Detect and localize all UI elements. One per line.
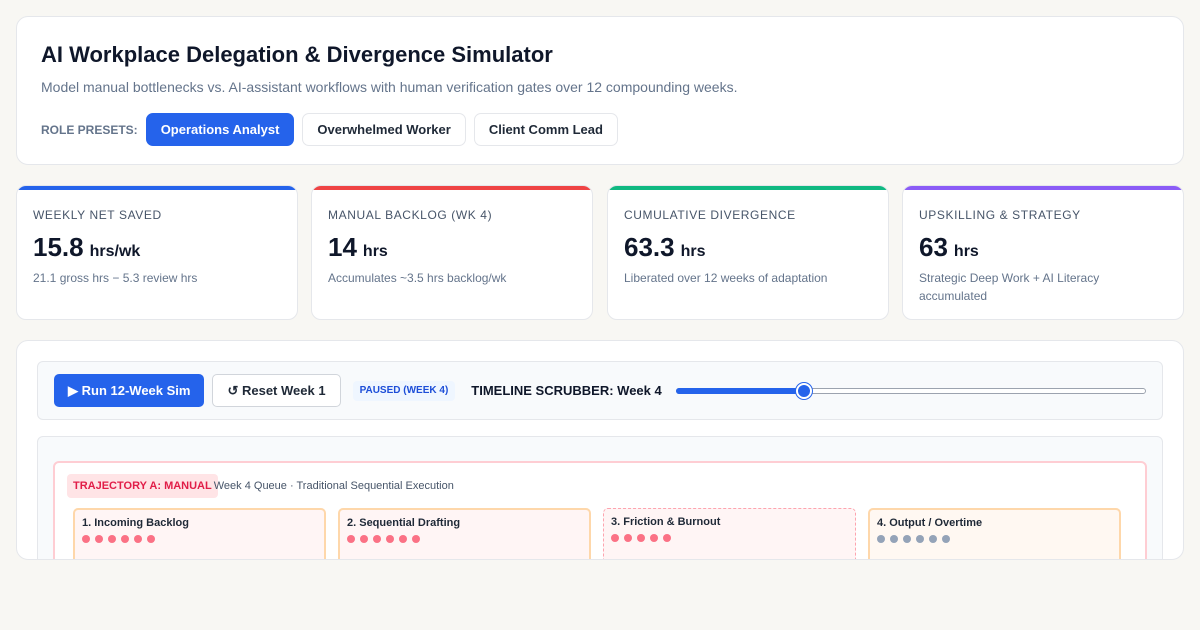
stage-title: 3. Friction & Burnout <box>611 516 721 528</box>
kpi-number: 63.3 <box>624 232 675 262</box>
trajectory-visualization: TRAJECTORY A: MANUAL Week 4 Queue · Trad… <box>37 436 1163 559</box>
task-dot <box>108 535 116 543</box>
header-card: AI Workplace Delegation & Divergence Sim… <box>16 16 1184 165</box>
kpi-value: 15.8 hrs/wk <box>33 232 281 262</box>
task-dot <box>360 535 368 543</box>
kpi-number: 15.8 <box>33 232 84 262</box>
slider-thumb[interactable] <box>796 382 812 399</box>
trajectory-subtitle: Week 4 Queue · Traditional Sequential Ex… <box>213 480 454 492</box>
kpi-upskilling-strategy: UPSKILLING & STRATEGY 63 hrs Strategic D… <box>902 185 1184 320</box>
stage-title: 4. Output / Overtime <box>877 517 983 529</box>
status-badge: PAUSED (WEEK 4) <box>352 380 456 401</box>
task-dot <box>637 534 645 542</box>
run-simulation-button[interactable]: ▶ Run 12-Week Sim <box>54 374 205 407</box>
task-dots <box>82 535 317 543</box>
task-dot <box>903 535 911 543</box>
kpi-value: 14 hrs <box>328 232 576 262</box>
kpi-description: Strategic Deep Work + AI Literacy accumu… <box>919 271 1100 303</box>
task-dots <box>877 535 1112 543</box>
task-dot <box>624 534 632 542</box>
kpi-unit: hrs <box>680 243 706 260</box>
preset-client-comm-lead-button[interactable]: Client Comm Lead <box>473 113 618 146</box>
task-dot <box>399 535 407 543</box>
task-dot <box>663 534 671 542</box>
stage-output-overtime: 4. Output / Overtime <box>868 508 1121 559</box>
kpi-unit: hrs/wk <box>89 243 141 260</box>
kpi-description: Accumulates ~3.5 hrs backlog/wk <box>328 271 507 285</box>
kpi-description: 21.1 gross hrs − 5.3 review hrs <box>33 271 198 285</box>
task-dot <box>347 535 355 543</box>
kpi-value: 63.3 hrs <box>624 232 872 262</box>
task-dot <box>134 535 142 543</box>
timeline-scrubber-slider[interactable] <box>675 382 1146 399</box>
stage-title: 1. Incoming Backlog <box>82 517 189 529</box>
trajectory-header: TRAJECTORY A: MANUAL Week 4 Queue · Trad… <box>67 474 1133 498</box>
trajectory-a-manual: TRAJECTORY A: MANUAL Week 4 Queue · Trad… <box>53 461 1147 559</box>
trajectory-stages: 1. Incoming Backlog 2. Sequential Drafti… <box>67 508 1133 559</box>
page-title: AI Workplace Delegation & Divergence Sim… <box>41 42 553 67</box>
kpi-manual-backlog: MANUAL BACKLOG (WK 4) 14 hrs Accumulates… <box>311 185 593 320</box>
simulation-controls: ▶ Run 12-Week Sim ↺ Reset Week 1 PAUSED … <box>37 361 1163 420</box>
task-dot <box>929 535 937 543</box>
timeline-scrubber-label: TIMELINE SCRUBBER: Week 4 <box>471 383 662 398</box>
kpi-unit: hrs <box>362 243 388 260</box>
role-presets-label: ROLE PRESETS: <box>41 122 138 137</box>
stage-incoming-backlog: 1. Incoming Backlog <box>73 508 326 559</box>
task-dot <box>611 534 619 542</box>
task-dot <box>890 535 898 543</box>
task-dot <box>373 535 381 543</box>
task-dot <box>412 535 420 543</box>
simulation-panel: ▶ Run 12-Week Sim ↺ Reset Week 1 PAUSED … <box>16 340 1184 560</box>
stage-sequential-drafting: 2. Sequential Drafting <box>338 508 591 559</box>
task-dot <box>877 535 885 543</box>
role-presets: ROLE PRESETS: Operations Analyst Overwhe… <box>41 113 1159 146</box>
task-dots <box>347 535 582 543</box>
task-dots <box>611 534 848 542</box>
kpi-weekly-net-saved: WEEKLY NET SAVED 15.8 hrs/wk 21.1 gross … <box>16 185 298 320</box>
task-dot <box>916 535 924 543</box>
kpi-value: 63 hrs <box>919 232 1167 262</box>
kpi-label: MANUAL BACKLOG (WK 4) <box>328 208 493 222</box>
kpi-number: 14 <box>328 232 357 262</box>
kpi-number: 63 <box>919 232 948 262</box>
trajectory-tag: TRAJECTORY A: MANUAL <box>67 474 218 498</box>
stage-friction-burnout: 3. Friction & Burnout <box>603 508 856 559</box>
task-dot <box>147 535 155 543</box>
kpi-cumulative-divergence: CUMULATIVE DIVERGENCE 63.3 hrs Liberated… <box>607 185 889 320</box>
kpi-label: UPSKILLING & STRATEGY <box>919 208 1081 222</box>
task-dot <box>942 535 950 543</box>
stage-title: 2. Sequential Drafting <box>347 517 461 529</box>
task-dot <box>95 535 103 543</box>
task-dot <box>650 534 658 542</box>
slider-fill <box>675 387 804 394</box>
reset-week-button[interactable]: ↺ Reset Week 1 <box>212 374 341 407</box>
kpi-description: Liberated over 12 weeks of adaptation <box>624 271 828 285</box>
kpi-label: CUMULATIVE DIVERGENCE <box>624 208 796 222</box>
task-dot <box>82 535 90 543</box>
page-subtitle: Model manual bottlenecks vs. AI-assistan… <box>41 79 738 95</box>
kpi-label: WEEKLY NET SAVED <box>33 208 162 222</box>
task-dot <box>121 535 129 543</box>
preset-operations-analyst-button[interactable]: Operations Analyst <box>145 113 295 146</box>
kpi-unit: hrs <box>953 243 979 260</box>
task-dot <box>386 535 394 543</box>
preset-overwhelmed-worker-button[interactable]: Overwhelmed Worker <box>302 113 466 146</box>
